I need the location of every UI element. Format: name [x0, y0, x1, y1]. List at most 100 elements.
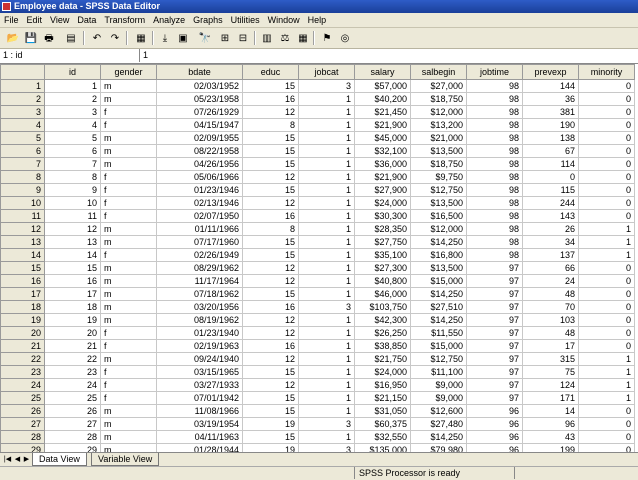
cell-bdate[interactable]: 01/28/1944	[156, 443, 243, 452]
cell-id[interactable]: 10	[44, 196, 101, 210]
cell-jobtime[interactable]: 97	[466, 313, 523, 327]
column-header-jobcat[interactable]: jobcat	[298, 64, 355, 80]
cell-salary[interactable]: $135,000	[354, 443, 411, 452]
cell-salbegin[interactable]: $9,000	[410, 391, 467, 405]
cell-id[interactable]: 14	[44, 248, 101, 262]
cell-salbegin[interactable]: $15,000	[410, 274, 467, 288]
cell-jobtime[interactable]: 98	[466, 144, 523, 158]
cell-salbegin[interactable]: $79,980	[410, 443, 467, 452]
cell-id[interactable]: 28	[44, 430, 101, 444]
cell-educ[interactable]: 19	[242, 443, 299, 452]
cell-gender[interactable]: m	[100, 144, 157, 158]
cell-salbegin[interactable]: $18,750	[410, 92, 467, 106]
cell-salbegin[interactable]: $14,250	[410, 235, 467, 249]
tab-variable-view[interactable]: Variable View	[91, 453, 160, 466]
cell-jobtime[interactable]: 98	[466, 92, 523, 106]
cell-minority[interactable]: 0	[578, 209, 635, 223]
use-sets-icon[interactable]: ◎	[336, 30, 354, 47]
cell-jobtime[interactable]: 97	[466, 287, 523, 301]
cell-jobcat[interactable]: 1	[298, 339, 355, 353]
cell-jobtime[interactable]: 97	[466, 300, 523, 314]
cell-salbegin[interactable]: $9,750	[410, 170, 467, 184]
cell-educ[interactable]: 15	[242, 248, 299, 262]
cell-bdate[interactable]: 03/15/1965	[156, 365, 243, 379]
cell-id[interactable]: 8	[44, 170, 101, 184]
cell-jobcat[interactable]: 1	[298, 248, 355, 262]
cell-educ[interactable]: 16	[242, 92, 299, 106]
cell-id[interactable]: 24	[44, 378, 101, 392]
cell-minority[interactable]: 0	[578, 300, 635, 314]
cell-salary[interactable]: $26,250	[354, 326, 411, 340]
cell-bdate[interactable]: 04/26/1956	[156, 157, 243, 171]
cell-minority[interactable]: 1	[578, 248, 635, 262]
cell-prevexp[interactable]: 381	[522, 105, 579, 119]
redo-icon[interactable]: ↷	[106, 30, 124, 47]
cell-salary[interactable]: $16,950	[354, 378, 411, 392]
cell-bdate[interactable]: 07/17/1960	[156, 235, 243, 249]
cell-salbegin[interactable]: $27,480	[410, 417, 467, 431]
cell-minority[interactable]: 0	[578, 170, 635, 184]
cell-minority[interactable]: 0	[578, 144, 635, 158]
cell-bdate[interactable]: 02/09/1955	[156, 131, 243, 145]
menu-analyze[interactable]: Analyze	[149, 13, 189, 27]
cell-gender[interactable]: m	[100, 300, 157, 314]
cell-prevexp[interactable]: 75	[522, 365, 579, 379]
cell-gender[interactable]: m	[100, 261, 157, 275]
row-header[interactable]: 11	[0, 209, 45, 223]
cell-salbegin[interactable]: $12,750	[410, 183, 467, 197]
cell-minority[interactable]: 0	[578, 443, 635, 452]
cell-id[interactable]: 4	[44, 118, 101, 132]
cell-bdate[interactable]: 03/27/1933	[156, 378, 243, 392]
cell-jobcat[interactable]: 1	[298, 131, 355, 145]
cell-jobcat[interactable]: 1	[298, 170, 355, 184]
row-header[interactable]: 17	[0, 287, 45, 301]
cell-id[interactable]: 18	[44, 300, 101, 314]
cell-jobcat[interactable]: 1	[298, 196, 355, 210]
cell-jobtime[interactable]: 98	[466, 131, 523, 145]
next-sheet-icon[interactable]: ▶	[22, 455, 31, 464]
cell-educ[interactable]: 12	[242, 352, 299, 366]
cell-jobtime[interactable]: 97	[466, 365, 523, 379]
first-sheet-icon[interactable]: |◀	[3, 455, 12, 464]
weight-cases-icon[interactable]: ⚖	[276, 30, 294, 47]
cell-educ[interactable]: 12	[242, 313, 299, 327]
cell-bdate[interactable]: 08/19/1962	[156, 313, 243, 327]
cell-minority[interactable]: 0	[578, 183, 635, 197]
column-header-salary[interactable]: salary	[354, 64, 411, 80]
cell-salary[interactable]: $27,900	[354, 183, 411, 197]
cell-educ[interactable]: 15	[242, 79, 299, 93]
cell-jobtime[interactable]: 97	[466, 391, 523, 405]
cell-jobtime[interactable]: 98	[466, 105, 523, 119]
cell-jobcat[interactable]: 1	[298, 118, 355, 132]
cell-prevexp[interactable]: 244	[522, 196, 579, 210]
cell-prevexp[interactable]: 103	[522, 313, 579, 327]
cell-bdate[interactable]: 02/03/1952	[156, 79, 243, 93]
cell-prevexp[interactable]: 171	[522, 391, 579, 405]
cell-minority[interactable]: 0	[578, 313, 635, 327]
cell-minority[interactable]: 1	[578, 235, 635, 249]
cell-bdate[interactable]: 08/29/1962	[156, 261, 243, 275]
menu-view[interactable]: View	[46, 13, 73, 27]
cell-jobcat[interactable]: 1	[298, 326, 355, 340]
row-header[interactable]: 29	[0, 443, 45, 452]
row-header[interactable]: 5	[0, 131, 45, 145]
cell-salbegin[interactable]: $13,500	[410, 261, 467, 275]
row-header[interactable]: 21	[0, 339, 45, 353]
cell-id[interactable]: 23	[44, 365, 101, 379]
cell-salbegin[interactable]: $18,750	[410, 157, 467, 171]
cell-minority[interactable]: 0	[578, 339, 635, 353]
cell-gender[interactable]: f	[100, 339, 157, 353]
cell-jobtime[interactable]: 96	[466, 417, 523, 431]
cell-prevexp[interactable]: 70	[522, 300, 579, 314]
cell-bdate[interactable]: 02/07/1950	[156, 209, 243, 223]
cell-bdate[interactable]: 11/08/1966	[156, 404, 243, 418]
cell-gender[interactable]: f	[100, 196, 157, 210]
cell-educ[interactable]: 12	[242, 261, 299, 275]
cell-prevexp[interactable]: 144	[522, 79, 579, 93]
cell-salary[interactable]: $27,750	[354, 235, 411, 249]
corner-cell[interactable]	[0, 64, 45, 80]
cell-educ[interactable]: 15	[242, 287, 299, 301]
print-icon[interactable]: 🖶	[40, 30, 58, 47]
cell-jobcat[interactable]: 1	[298, 209, 355, 223]
cell-gender[interactable]: f	[100, 170, 157, 184]
